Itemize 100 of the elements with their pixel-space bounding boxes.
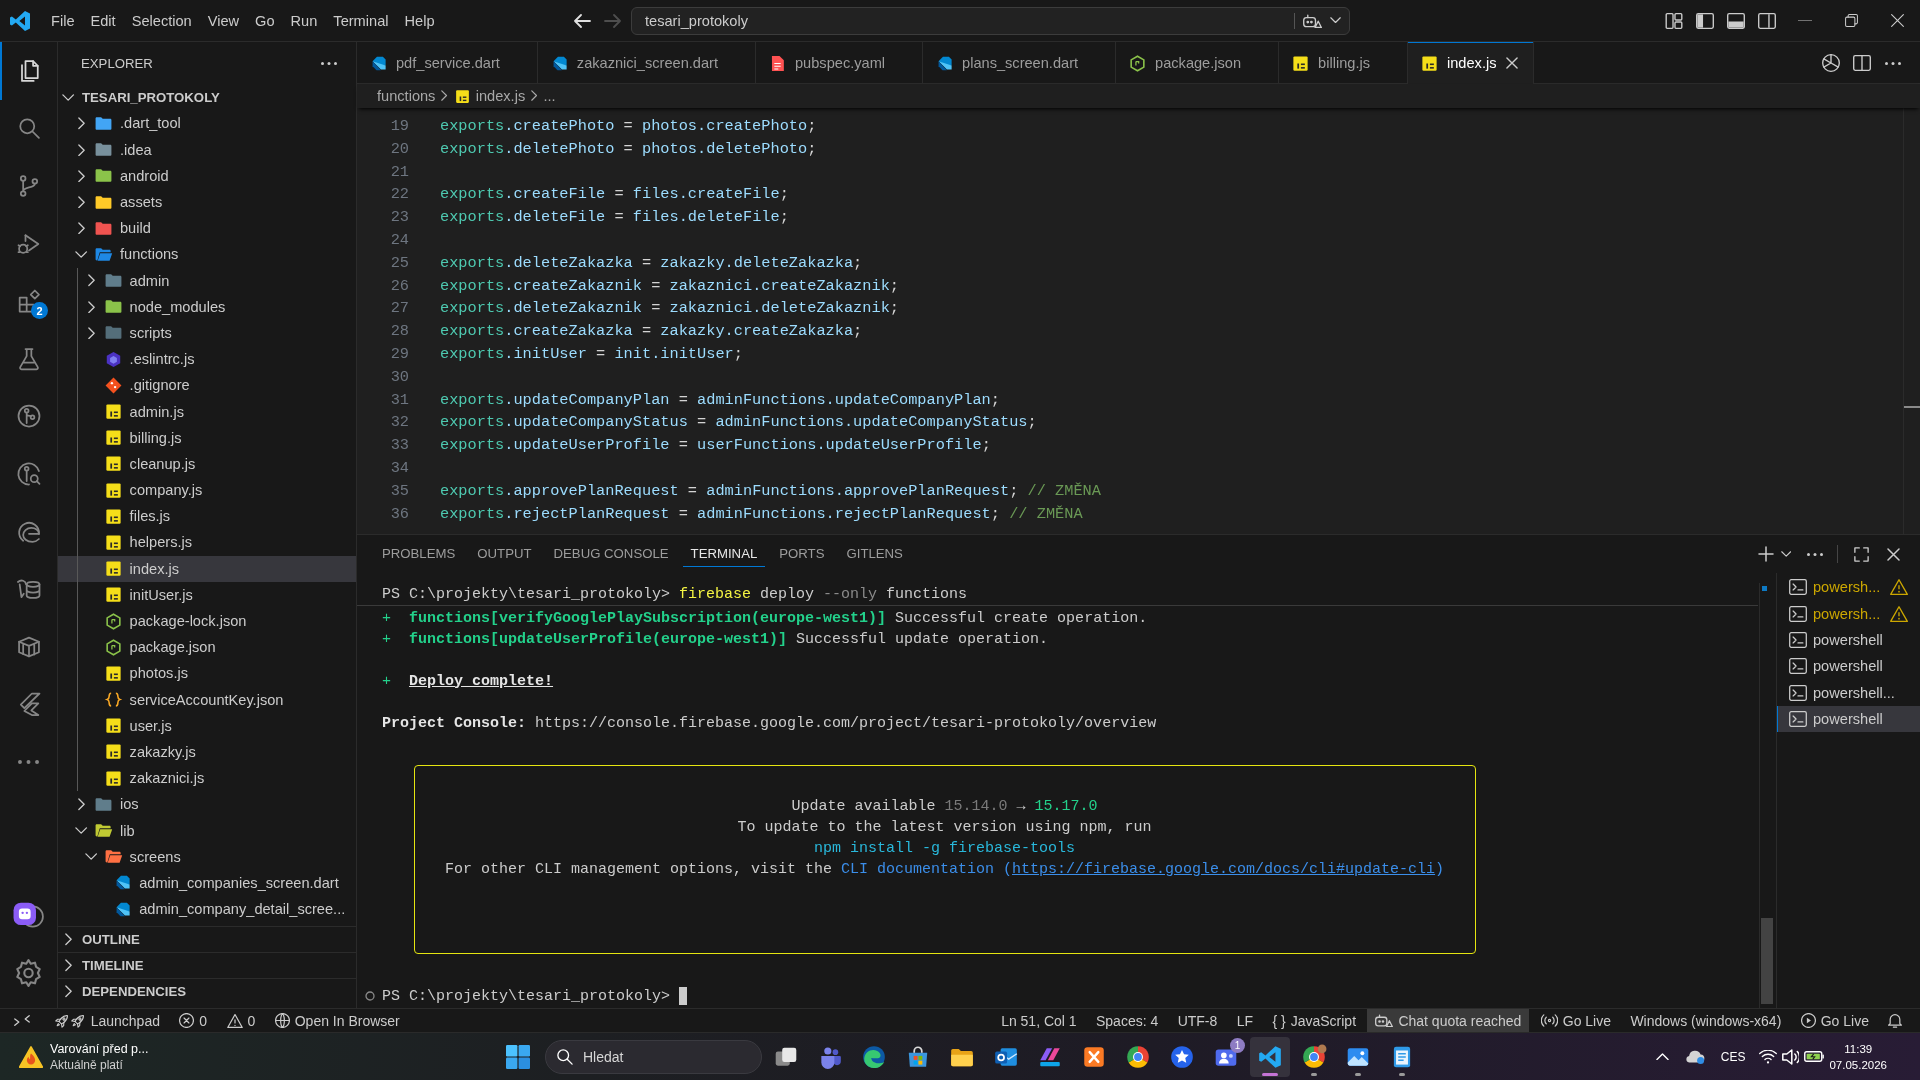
- editor-tab[interactable]: zakaznici_screen.dart: [537, 42, 756, 84]
- terminal-list-item[interactable]: powersh...: [1777, 600, 1920, 627]
- open-in-browser-button[interactable]: Open In Browser: [266, 1009, 408, 1032]
- tree-item[interactable]: admin: [58, 267, 356, 294]
- workspace-header[interactable]: TESARI_PROTOKOLY: [58, 84, 356, 111]
- line-number: 28: [389, 321, 409, 343]
- status-item[interactable]: Spaces: 4: [1088, 1009, 1167, 1032]
- tree-item[interactable]: user.js: [58, 712, 356, 739]
- breadcrumb-item[interactable]: index.js: [453, 87, 526, 105]
- widget-subtitle[interactable]: Aktuálně platí: [50, 1056, 149, 1073]
- section-header[interactable]: OUTLINE: [58, 926, 356, 952]
- language-mode-button[interactable]: { } JavaScript: [1264, 1009, 1364, 1032]
- editor-tab[interactable]: package.json: [1116, 42, 1280, 84]
- tree-item[interactable]: build: [58, 215, 356, 242]
- tree-item[interactable]: node_modules: [58, 293, 356, 320]
- line-number: 20: [389, 138, 409, 160]
- chat-quota-button[interactable]: Chat quota reached: [1367, 1009, 1530, 1032]
- menu-item[interactable]: Help: [396, 6, 443, 35]
- segmented-circle-icon: [1301, 1043, 1327, 1070]
- terminal-list-item[interactable]: powershell: [1777, 705, 1920, 733]
- section-header[interactable]: DEPENDENCIES: [58, 978, 356, 1004]
- wifi-icon: [1759, 1049, 1778, 1064]
- activity-button[interactable]: 2: [0, 272, 57, 330]
- tree-item[interactable]: photos.js: [58, 660, 356, 687]
- panel-tab[interactable]: OUTPUT: [469, 541, 540, 567]
- tree-item[interactable]: admin_company_detail_scree...: [58, 896, 356, 923]
- section-header[interactable]: TIMELINE: [58, 952, 356, 978]
- tree-item[interactable]: functions: [58, 241, 356, 268]
- menu-item[interactable]: Selection: [123, 6, 200, 35]
- tree-item[interactable]: .eslintrc.js: [58, 346, 356, 373]
- search-field[interactable]: Hledat: [545, 1039, 762, 1074]
- command-center[interactable]: tesari_protokoly: [631, 6, 1350, 35]
- clock-time[interactable]: 11:39: [1844, 1040, 1873, 1057]
- terminal-prompt: PS C:\projekty\tesari_protokoly>: [382, 986, 672, 1007]
- menu-item[interactable]: Run: [282, 6, 326, 35]
- terminal-link[interactable]: https://firebase.google.com/docs/cli#update-cli: [1012, 860, 1436, 878]
- tree-item[interactable]: cleanup.js: [58, 450, 356, 477]
- status-item[interactable]: UTF-8: [1169, 1009, 1226, 1032]
- terminal-icon: [1789, 684, 1807, 701]
- terminal-list-item[interactable]: powershell...: [1777, 679, 1920, 706]
- menu-item[interactable]: File: [43, 6, 83, 35]
- status-item[interactable]: Ln 51, Col 1: [993, 1009, 1085, 1032]
- tree-item[interactable]: billing.js: [58, 424, 356, 451]
- editor-tab[interactable]: pdf_service.dart: [357, 42, 538, 84]
- editor-tab[interactable]: billing.js: [1279, 42, 1408, 84]
- menu-item[interactable]: Edit: [82, 6, 124, 35]
- tree-item[interactable]: scripts: [58, 319, 356, 347]
- go-live-button[interactable]: Go Live: [1792, 1009, 1877, 1032]
- tree-item[interactable]: initUser.js: [58, 581, 356, 608]
- tree-item[interactable]: package-lock.json: [58, 607, 356, 635]
- warning-count[interactable]: 0: [218, 1009, 264, 1032]
- tree-item[interactable]: .dart_tool: [58, 110, 356, 137]
- taskbar-button[interactable]: [1250, 1036, 1290, 1077]
- status-item[interactable]: Windows (windows-x64): [1622, 1009, 1790, 1032]
- tree-item[interactable]: android: [58, 162, 356, 189]
- breadcrumb-item[interactable]: ...: [543, 88, 556, 104]
- close-icon[interactable]: [1506, 57, 1519, 69]
- tree-item[interactable]: lib: [58, 817, 356, 844]
- menu-item[interactable]: Terminal: [325, 6, 397, 35]
- tree-item[interactable]: .gitignore: [58, 372, 356, 399]
- panel-tab[interactable]: TERMINAL: [682, 541, 766, 567]
- breadcrumb-item[interactable]: functions: [377, 88, 436, 104]
- tree-item[interactable]: company.js: [58, 477, 356, 504]
- terminal-list-item[interactable]: powershell: [1777, 626, 1920, 654]
- menu-item[interactable]: Go: [247, 6, 283, 35]
- panel-tab[interactable]: PORTS: [771, 541, 833, 567]
- tree-item[interactable]: serviceAccountKey.json: [58, 686, 356, 713]
- tree-item[interactable]: package.json: [58, 634, 356, 661]
- status-item[interactable]: LF: [1228, 1009, 1262, 1032]
- tree-item[interactable]: files.js: [58, 503, 356, 530]
- tree-item[interactable]: admin_companies_screen.dart: [58, 869, 356, 896]
- taskbar-button[interactable]: 1: [1206, 1036, 1246, 1077]
- tree-item[interactable]: zakazky.js: [58, 738, 356, 766]
- editor-tab[interactable]: pubspec.yaml: [756, 42, 924, 84]
- menu-item[interactable]: View: [199, 6, 248, 35]
- clock-date[interactable]: 07.05.2026: [1829, 1056, 1887, 1073]
- start-icon: [506, 1044, 530, 1069]
- tree-item[interactable]: index.js: [58, 555, 356, 582]
- fire-warning-icon[interactable]: [19, 1045, 43, 1068]
- tree-item[interactable]: zakaznici.js: [58, 765, 356, 792]
- editor-tab[interactable]: plans_screen.dart: [923, 42, 1117, 84]
- tree-item[interactable]: .idea: [58, 136, 356, 163]
- panel-tab[interactable]: DEBUG CONSOLE: [545, 541, 677, 567]
- panel-tab[interactable]: GITLENS: [838, 541, 911, 567]
- terminal-list-item[interactable]: powershell: [1777, 653, 1920, 680]
- tree-item[interactable]: assets: [58, 188, 356, 216]
- go-live-button[interactable]: Go Live: [1532, 1009, 1619, 1032]
- error-count[interactable]: 0: [171, 1009, 216, 1032]
- scrollbar-thumb[interactable]: [1761, 918, 1773, 1004]
- right-pane-icon: [1757, 12, 1776, 29]
- tree-item[interactable]: helpers.js: [58, 529, 356, 556]
- panel-tab[interactable]: PROBLEMS: [374, 541, 464, 567]
- input-language-button[interactable]: CES: [1712, 1036, 1754, 1077]
- editor-tab[interactable]: index.js: [1408, 42, 1535, 84]
- tree-item[interactable]: ios: [58, 791, 356, 818]
- launchpad-button[interactable]: Launchpad: [45, 1009, 168, 1032]
- widget-title[interactable]: Varování před p...: [50, 1040, 149, 1057]
- tree-item[interactable]: admin.js: [58, 398, 356, 425]
- terminal-list-item[interactable]: powersh...: [1777, 574, 1920, 601]
- tree-item[interactable]: screens: [58, 843, 356, 870]
